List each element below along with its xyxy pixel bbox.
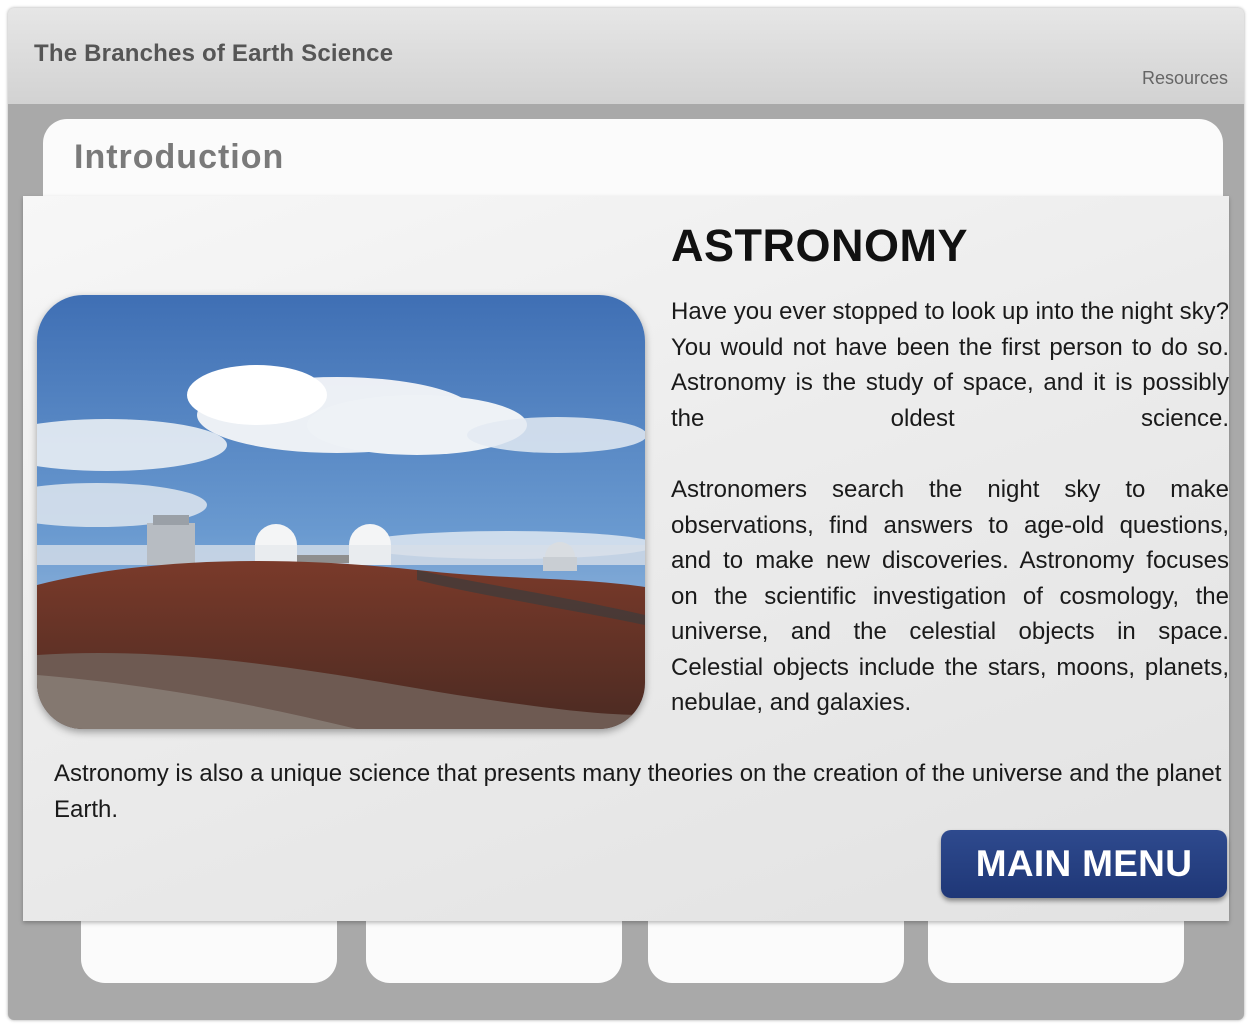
bottom-tab-3[interactable] <box>648 921 904 983</box>
section-title: Introduction <box>74 138 285 176</box>
top-bar: The Branches of Earth Science Resources <box>8 8 1244 104</box>
app-title: The Branches of Earth Science <box>34 40 394 67</box>
resources-link[interactable]: Resources <box>1142 68 1228 89</box>
intro-paragraph: Have you ever stopped to look up into th… <box>671 298 1229 432</box>
topic-heading: ASTRONOMY <box>671 220 968 271</box>
bottom-tab-1[interactable] <box>81 921 337 983</box>
app-frame: The Branches of Earth Science Resources … <box>8 8 1244 1020</box>
bottom-tab-4[interactable] <box>928 921 1184 983</box>
bottom-tab-2[interactable] <box>366 921 622 983</box>
astronomers-paragraph: Astronomers search the night sky to make… <box>671 476 1229 716</box>
content-panel: ASTRONOMY Have you ever stopped to look … <box>23 196 1229 921</box>
observatory-photo <box>37 295 645 729</box>
main-menu-button[interactable]: MAIN MENU <box>941 830 1227 898</box>
theories-paragraph: Astronomy is also a unique science that … <box>54 760 1222 823</box>
